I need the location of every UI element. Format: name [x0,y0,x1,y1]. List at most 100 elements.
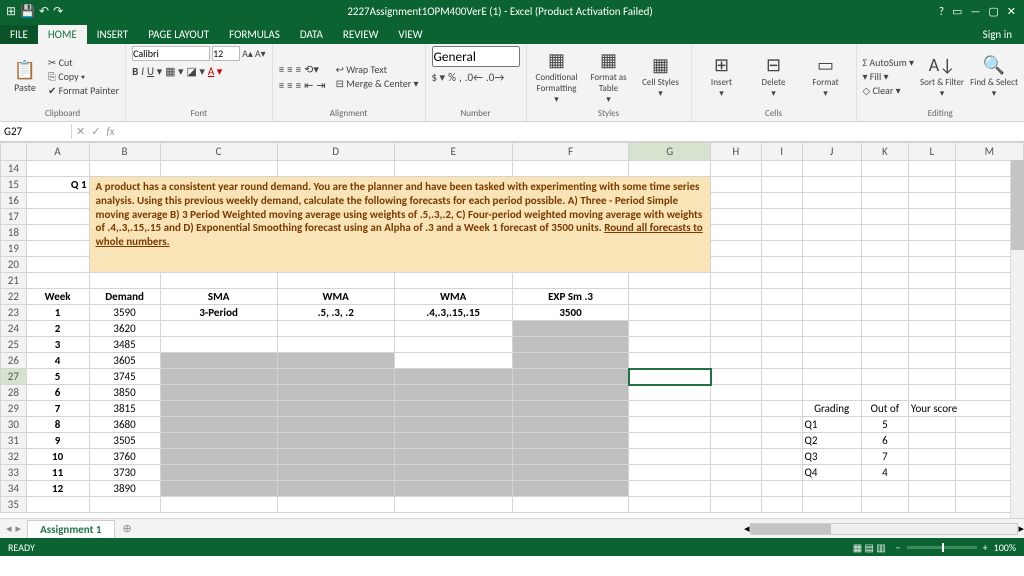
cell[interactable]: 1 [26,305,89,321]
cell[interactable]: WMA [277,289,394,305]
wrap-text-button[interactable]: ↩ Wrap Text [336,63,419,76]
row-header[interactable]: 14 [1,161,27,177]
cell[interactable]: 3680 [89,417,160,433]
row-header[interactable]: 22 [1,289,27,305]
col-header[interactable]: H [711,143,762,161]
ribbon-opts-icon[interactable]: ▭ [952,5,962,18]
sort-filter-button[interactable]: A↓Sort & Filter▾ [918,46,966,107]
tab-data[interactable]: DATA [290,25,333,44]
insert-cells-button[interactable]: ⊞Insert▾ [698,46,746,107]
bold-button[interactable]: B [132,65,138,78]
row-header[interactable]: 16 [1,193,27,209]
cell[interactable]: 3850 [89,385,160,401]
fill-color-button[interactable]: ◪ ▾ [187,65,205,78]
row-header[interactable]: 29 [1,401,27,417]
cell[interactable]: 3590 [89,305,160,321]
cell-styles-button[interactable]: ▦Cell Styles▾ [637,46,685,107]
cell[interactable]: 3500 [512,305,629,321]
shrink-font-icon[interactable]: A▾ [255,47,266,60]
row-header[interactable]: 24 [1,321,27,337]
enter-icon[interactable]: ✓ [91,125,100,138]
select-all-corner[interactable] [1,143,27,161]
undo-icon[interactable]: ↶ [39,4,49,19]
sheet-tab[interactable]: Assignment 1 [27,520,114,538]
cell[interactable]: 3 [26,337,89,353]
cell[interactable]: Out of [861,401,908,417]
tab-file[interactable]: FILE [0,25,38,44]
row-header[interactable]: 27 [1,369,27,385]
tab-view[interactable]: VIEW [388,25,432,44]
cell[interactable]: Week [26,289,89,305]
cut-button[interactable]: ✂ Cut [48,56,119,69]
row-header[interactable]: 18 [1,225,27,241]
cell[interactable]: .4,.3,.15,.15 [394,305,512,321]
cell[interactable]: 11 [26,465,89,481]
col-header[interactable]: A [26,143,89,161]
cell[interactable]: SMA [160,289,277,305]
cell[interactable]: 3620 [89,321,160,337]
active-cell[interactable] [629,369,711,385]
delete-cells-button[interactable]: ⊟Delete▾ [750,46,798,107]
row-header[interactable]: 33 [1,465,27,481]
row-header[interactable]: 26 [1,353,27,369]
italic-button[interactable]: I [141,65,144,78]
cell[interactable]: .5, .3, .2 [277,305,394,321]
row-header[interactable]: 17 [1,209,27,225]
tab-page-layout[interactable]: PAGE LAYOUT [138,25,219,44]
grow-font-icon[interactable]: A▴ [242,47,253,60]
clear-button[interactable]: ◇ Clear ▾ [863,84,915,97]
help-icon[interactable]: ? [939,5,944,18]
row-header[interactable]: 20 [1,257,27,273]
format-cells-button[interactable]: ▭Format▾ [802,46,850,107]
cell[interactable]: EXP Sm .3 [512,289,629,305]
cell[interactable]: 8 [26,417,89,433]
paste-button[interactable]: 📋Paste [6,46,44,107]
row-header[interactable]: 30 [1,417,27,433]
cell[interactable]: Grading [802,401,861,417]
sheet-nav-prev-icon[interactable]: ◂ [6,522,12,535]
col-header[interactable]: L [908,143,955,161]
col-header[interactable]: D [277,143,394,161]
redo-icon[interactable]: ↷ [53,4,63,19]
cell[interactable]: 3745 [89,369,160,385]
col-header[interactable]: E [394,143,512,161]
save-icon[interactable]: 💾 [20,4,35,19]
name-box[interactable]: G27 [0,124,72,139]
row-header[interactable]: 32 [1,449,27,465]
page-layout-view-icon[interactable]: ▤ [865,541,874,554]
cell[interactable]: Q4 [802,465,861,481]
col-header[interactable]: M [955,143,1023,161]
col-header[interactable]: F [512,143,629,161]
close-icon[interactable]: ✕ [1007,5,1016,18]
col-header[interactable]: K [861,143,908,161]
number-format-select[interactable] [432,46,520,67]
page-break-view-icon[interactable]: ▥ [876,541,885,554]
cell[interactable]: 3890 [89,481,160,497]
tab-review[interactable]: REVIEW [333,25,389,44]
cell[interactable]: Q 1 [26,177,89,193]
cell[interactable]: WMA [394,289,512,305]
col-header[interactable]: C [160,143,277,161]
cell[interactable]: 4 [861,465,908,481]
question-cell[interactable]: A product has a consistent year round de… [89,177,710,273]
border-button[interactable]: ▦ ▾ [165,65,183,78]
tab-home[interactable]: HOME [38,25,87,44]
find-select-button[interactable]: 🔍Find & Select▾ [970,46,1018,107]
col-header[interactable]: B [89,143,160,161]
cell[interactable]: 4 [26,353,89,369]
row-header[interactable]: 35 [1,497,27,513]
new-sheet-button[interactable]: ⊕ [115,522,140,535]
row-header[interactable]: 23 [1,305,27,321]
sheet-nav-next-icon[interactable]: ▸ [16,522,22,535]
row-header[interactable]: 15 [1,177,27,193]
col-header[interactable]: I [761,143,802,161]
vertical-scrollbar[interactable] [1010,160,1024,518]
cell[interactable]: 2 [26,321,89,337]
font-color-button[interactable]: A ▾ [208,65,222,78]
conditional-formatting-button[interactable]: ▦Conditional Formatting▾ [533,46,581,107]
cancel-icon[interactable]: ✕ [76,125,85,138]
cell[interactable]: Demand [89,289,160,305]
cell[interactable]: Q2 [802,433,861,449]
cell[interactable]: 6 [26,385,89,401]
cell[interactable]: 7 [26,401,89,417]
